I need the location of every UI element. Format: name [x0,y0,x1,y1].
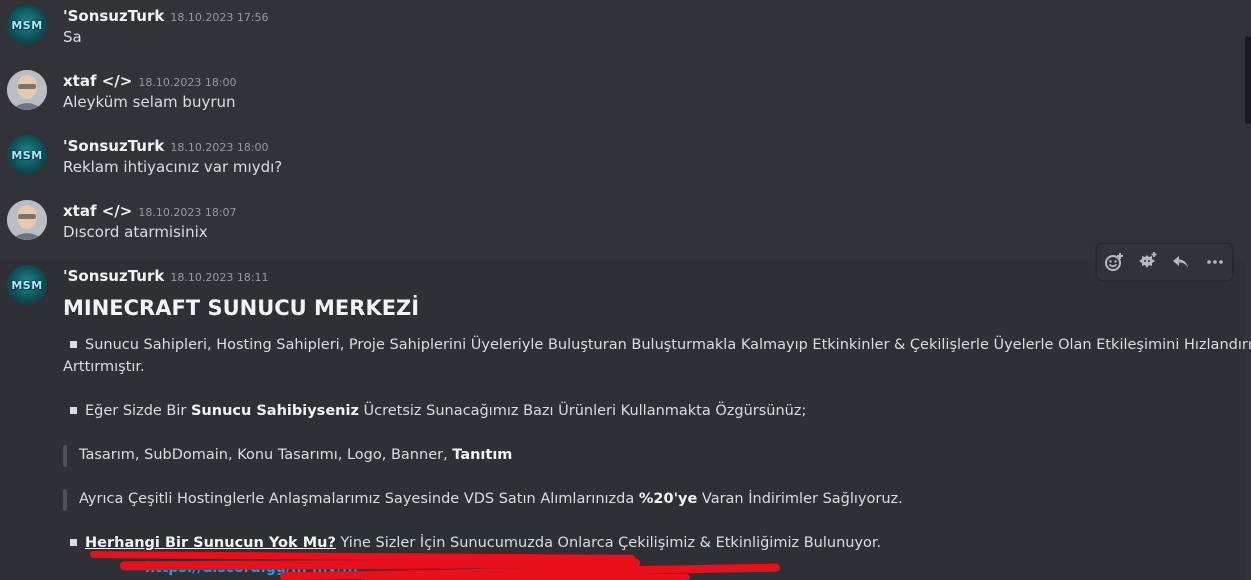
more-options-button[interactable] [1202,249,1228,275]
username[interactable]: xtaf </> [63,202,132,220]
username[interactable]: 'SonsuzTurk [63,137,164,155]
avatar[interactable] [7,200,47,240]
message: MSM 'SonsuzTurk 18.10.2023 17:56 Sa [0,0,1245,60]
username[interactable]: 'SonsuzTurk [63,267,164,285]
blockquote-text: Tasarım, SubDomain, Konu Tasarımı, Logo,… [79,447,513,463]
timestamp: 18.10.2023 18:11 [170,271,269,284]
message-text: Sa [63,28,82,46]
avatar[interactable]: MSM [7,265,47,305]
timestamp: 18.10.2023 18:00 [138,76,237,89]
username[interactable]: xtaf </> [63,72,132,90]
super-reaction-button[interactable] [1135,249,1161,275]
message-header: 'SonsuzTurk 18.10.2023 17:56 [63,6,269,25]
add-reaction-button[interactable] [1101,249,1127,275]
scrollbar[interactable] [1245,36,1251,124]
message-header: 'SonsuzTurk 18.10.2023 18:00 [63,136,269,155]
avatar[interactable]: MSM [7,5,47,45]
reply-icon [1173,256,1189,268]
bullet-icon [70,406,77,414]
message: MSM 'SonsuzTurk 18.10.2023 18:00 Reklam i… [0,130,1245,190]
message-toolbar [1096,243,1233,281]
timestamp: 18.10.2023 17:56 [170,11,269,24]
blockquote-text: Ayrıca Çeşitli Hostinglerle Anlaşmalarım… [79,491,903,507]
chat-messages: MSM 'SonsuzTurk 18.10.2023 17:56 Sa xtaf … [0,0,1251,580]
post-paragraph: Arttırmıştır. [63,359,145,375]
post-paragraph: Eğer Sizde Bir Sunucu Sahibiyseniz Ücret… [63,403,806,419]
message-text: Reklam ihtiyacınız var mıydı? [63,158,283,176]
message: xtaf </> 18.10.2023 18:07 Dıscord atarmis… [0,195,1245,255]
add-reaction-icon [1104,253,1123,271]
message: xtaf </> 18.10.2023 18:00 Aleyküm selam b… [0,65,1245,125]
user-photo-icon [7,200,47,240]
super-reaction-icon [1138,252,1157,268]
message-header: xtaf </> 18.10.2023 18:00 [63,71,237,90]
blockquote-bar [63,489,67,511]
reply-button[interactable] [1168,249,1194,275]
more-icon [1207,260,1223,264]
post-paragraph: Sunucu Sahipleri, Hosting Sahipleri, Pro… [63,337,1251,353]
message-text: Dıscord atarmisinix [63,223,208,241]
redaction-mark [360,574,690,580]
post-paragraph: Herhangi Bir Sunucun Yok Mu? Yine Sizler… [63,535,881,551]
message-header: xtaf </> 18.10.2023 18:07 [63,201,237,220]
bullet-icon [70,340,77,348]
username[interactable]: 'SonsuzTurk [63,7,164,25]
avatar[interactable] [7,70,47,110]
message-header: 'SonsuzTurk 18.10.2023 18:11 [63,266,269,285]
blockquote-bar [63,445,67,467]
timestamp: 18.10.2023 18:00 [170,141,269,154]
timestamp: 18.10.2023 18:07 [138,206,237,219]
bullet-icon [70,538,77,546]
message-text: Aleyküm selam buyrun [63,93,236,111]
avatar[interactable]: MSM [7,135,47,175]
user-photo-icon [7,70,47,110]
post-title: MINECRAFT SUNUCU MERKEZİ [63,296,420,320]
